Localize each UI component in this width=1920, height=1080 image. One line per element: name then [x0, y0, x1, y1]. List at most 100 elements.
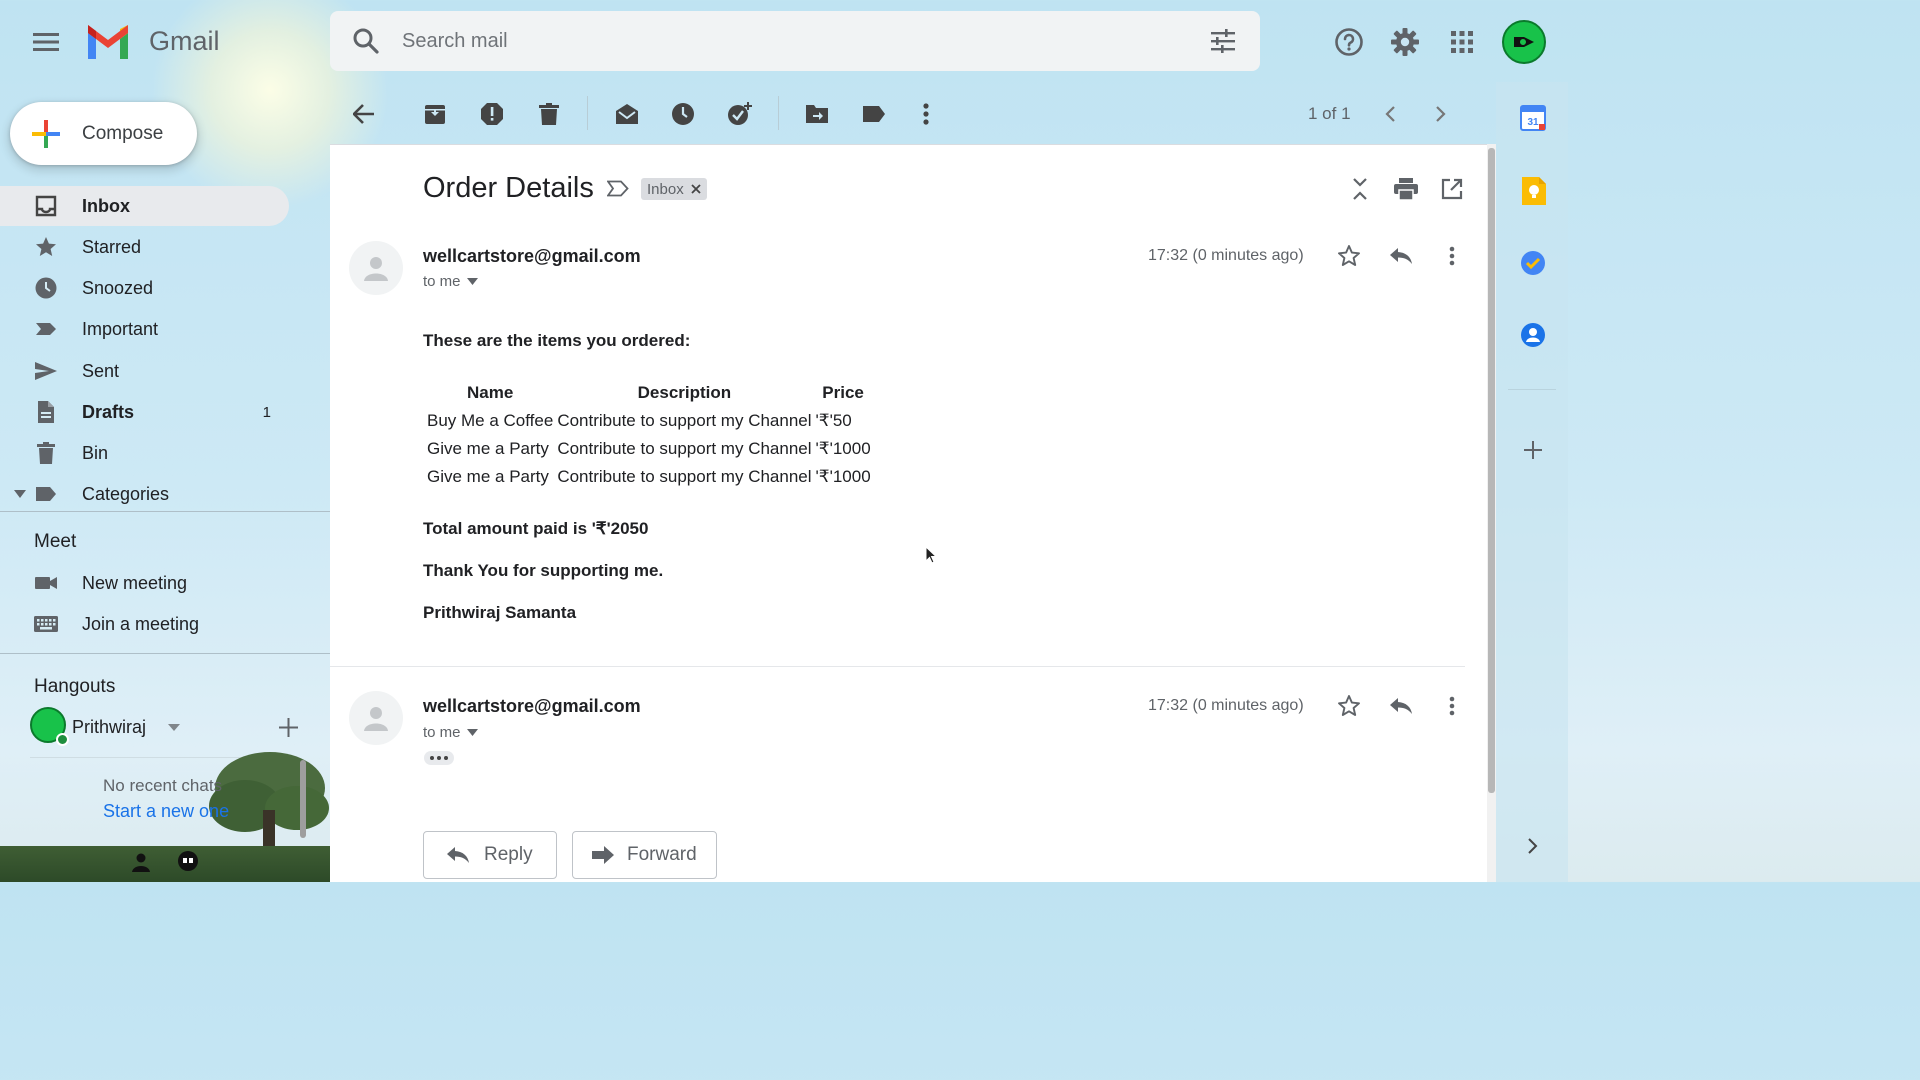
show-side-panel-button[interactable] [1518, 831, 1548, 861]
compose-plus-icon [32, 120, 60, 148]
delete-button[interactable] [531, 96, 567, 132]
new-chat-plus-icon[interactable] [279, 718, 298, 737]
reply-icon [447, 847, 469, 863]
collapse-all-button[interactable] [1344, 173, 1376, 205]
drafts-count: 1 [262, 403, 271, 421]
search-options-icon[interactable] [1210, 28, 1236, 54]
hangouts-scrollbar[interactable] [300, 760, 306, 838]
apps-button[interactable] [1441, 21, 1483, 63]
labels-button[interactable] [856, 96, 892, 132]
unfold-less-icon [1353, 178, 1367, 200]
report-spam-button[interactable] [474, 96, 510, 132]
gmail-logo[interactable] [85, 25, 131, 59]
sidebar-item-drafts[interactable]: Drafts 1 [0, 392, 289, 432]
sidebar-item-important[interactable]: Important [0, 309, 289, 349]
status-dropdown-icon[interactable] [168, 724, 180, 731]
settings-button[interactable] [1384, 21, 1426, 63]
account-avatar[interactable] [1502, 20, 1546, 64]
support-button[interactable] [1328, 21, 1370, 63]
calendar-addon-button[interactable]: 31 [1518, 103, 1548, 133]
keep-addon-button[interactable] [1518, 176, 1548, 206]
reply-button[interactable] [1385, 690, 1417, 722]
sidebar-item-label: Drafts [82, 401, 135, 422]
sidebar-item-label: Starred [82, 236, 142, 257]
message-more-button[interactable] [1436, 690, 1468, 722]
sidebar-divider [0, 653, 330, 654]
table-cell: Contribute to support my Channel [557, 439, 812, 458]
thank-you-text: Thank You for supporting me. [423, 561, 664, 580]
tasks-addon-button[interactable] [1518, 248, 1548, 278]
rail-divider [1508, 389, 1556, 390]
main-menu-button[interactable] [24, 22, 68, 62]
more-options-button[interactable] [908, 96, 944, 132]
star-outline-icon [1338, 695, 1360, 716]
mark-unread-button[interactable] [609, 96, 645, 132]
sidebar-item-categories[interactable]: Categories [0, 474, 289, 514]
search-input[interactable] [402, 11, 1162, 71]
table-cell: Give me a Party [427, 439, 549, 458]
sender-avatar[interactable] [349, 241, 403, 295]
arrow-back-icon [353, 104, 374, 124]
report-icon [481, 103, 503, 125]
print-all-button[interactable] [1390, 173, 1422, 205]
show-trimmed-content-button[interactable] [424, 751, 454, 765]
forward-action-button[interactable]: Forward [572, 831, 717, 879]
sidebar-item-inbox[interactable]: Inbox [0, 186, 289, 226]
more-vert-icon [1449, 246, 1455, 266]
reply-button[interactable] [1385, 240, 1417, 272]
sender-avatar[interactable] [349, 691, 403, 745]
sidebar-item-bin[interactable]: Bin [0, 433, 289, 473]
message-more-button[interactable] [1436, 240, 1468, 272]
join-meeting-button[interactable]: Join a meeting [0, 604, 289, 644]
message-time: 17:32 (0 minutes ago) [1148, 697, 1304, 714]
contacts-icon[interactable] [131, 852, 151, 872]
back-button[interactable] [346, 96, 382, 132]
email-subject: Order Details [423, 172, 594, 204]
send-icon [35, 362, 57, 380]
chevron-right-icon [1528, 838, 1538, 854]
tasks-icon [1521, 251, 1545, 275]
sidebar-item-snoozed[interactable]: Snoozed [0, 268, 289, 308]
important-icon [36, 323, 56, 335]
recipient-details[interactable]: to me [423, 273, 478, 290]
order-table: Name Description Price Buy Me a Coffee C… [423, 377, 875, 493]
star-button[interactable] [1333, 690, 1365, 722]
show-details-dropdown-icon [466, 278, 478, 285]
reply-action-button[interactable]: Reply [423, 831, 557, 879]
compose-button[interactable]: Compose [10, 102, 197, 165]
archive-button[interactable] [417, 96, 453, 132]
sidebar-item-label: Important [82, 318, 159, 339]
reply-action-label: Reply [484, 844, 533, 865]
sidebar-item-starred[interactable]: Starred [0, 227, 289, 267]
newer-button[interactable] [1372, 96, 1408, 132]
important-marker-icon[interactable] [607, 180, 629, 197]
gmail-m-icon [88, 25, 128, 59]
contacts-addon-button[interactable] [1518, 320, 1548, 350]
new-meeting-button[interactable]: New meeting [0, 563, 289, 603]
message-time: 17:32 (0 minutes ago) [1148, 247, 1304, 264]
sidebar-item-sent[interactable]: Sent [0, 351, 289, 391]
recipient-details[interactable]: to me [423, 724, 478, 741]
search-bar[interactable] [330, 11, 1260, 71]
add-to-tasks-button[interactable] [722, 96, 758, 132]
remove-label-icon[interactable] [691, 184, 701, 194]
get-addons-button[interactable] [1518, 435, 1548, 465]
meet-title: Meet [34, 531, 77, 552]
search-icon[interactable] [352, 27, 380, 55]
start-new-chat-link[interactable]: Start a new one [103, 801, 229, 822]
open-new-window-button[interactable] [1436, 173, 1468, 205]
move-to-button[interactable] [799, 96, 835, 132]
older-button[interactable] [1423, 96, 1459, 132]
hangouts-chat-icon[interactable] [177, 851, 199, 873]
star-button[interactable] [1333, 240, 1365, 272]
sender-email[interactable]: wellcartstore@gmail.com [423, 696, 641, 717]
person-icon [364, 707, 388, 731]
background-ground [0, 846, 330, 882]
hangouts-user-name[interactable]: Prithwiraj [72, 717, 146, 738]
sender-email[interactable]: wellcartstore@gmail.com [423, 246, 641, 267]
snooze-button[interactable] [665, 96, 701, 132]
expand-arrow-icon[interactable] [14, 490, 26, 498]
table-cell: '₹'50 [815, 411, 852, 430]
message-scrollbar-thumb[interactable] [1488, 148, 1495, 793]
print-icon [1394, 178, 1418, 200]
